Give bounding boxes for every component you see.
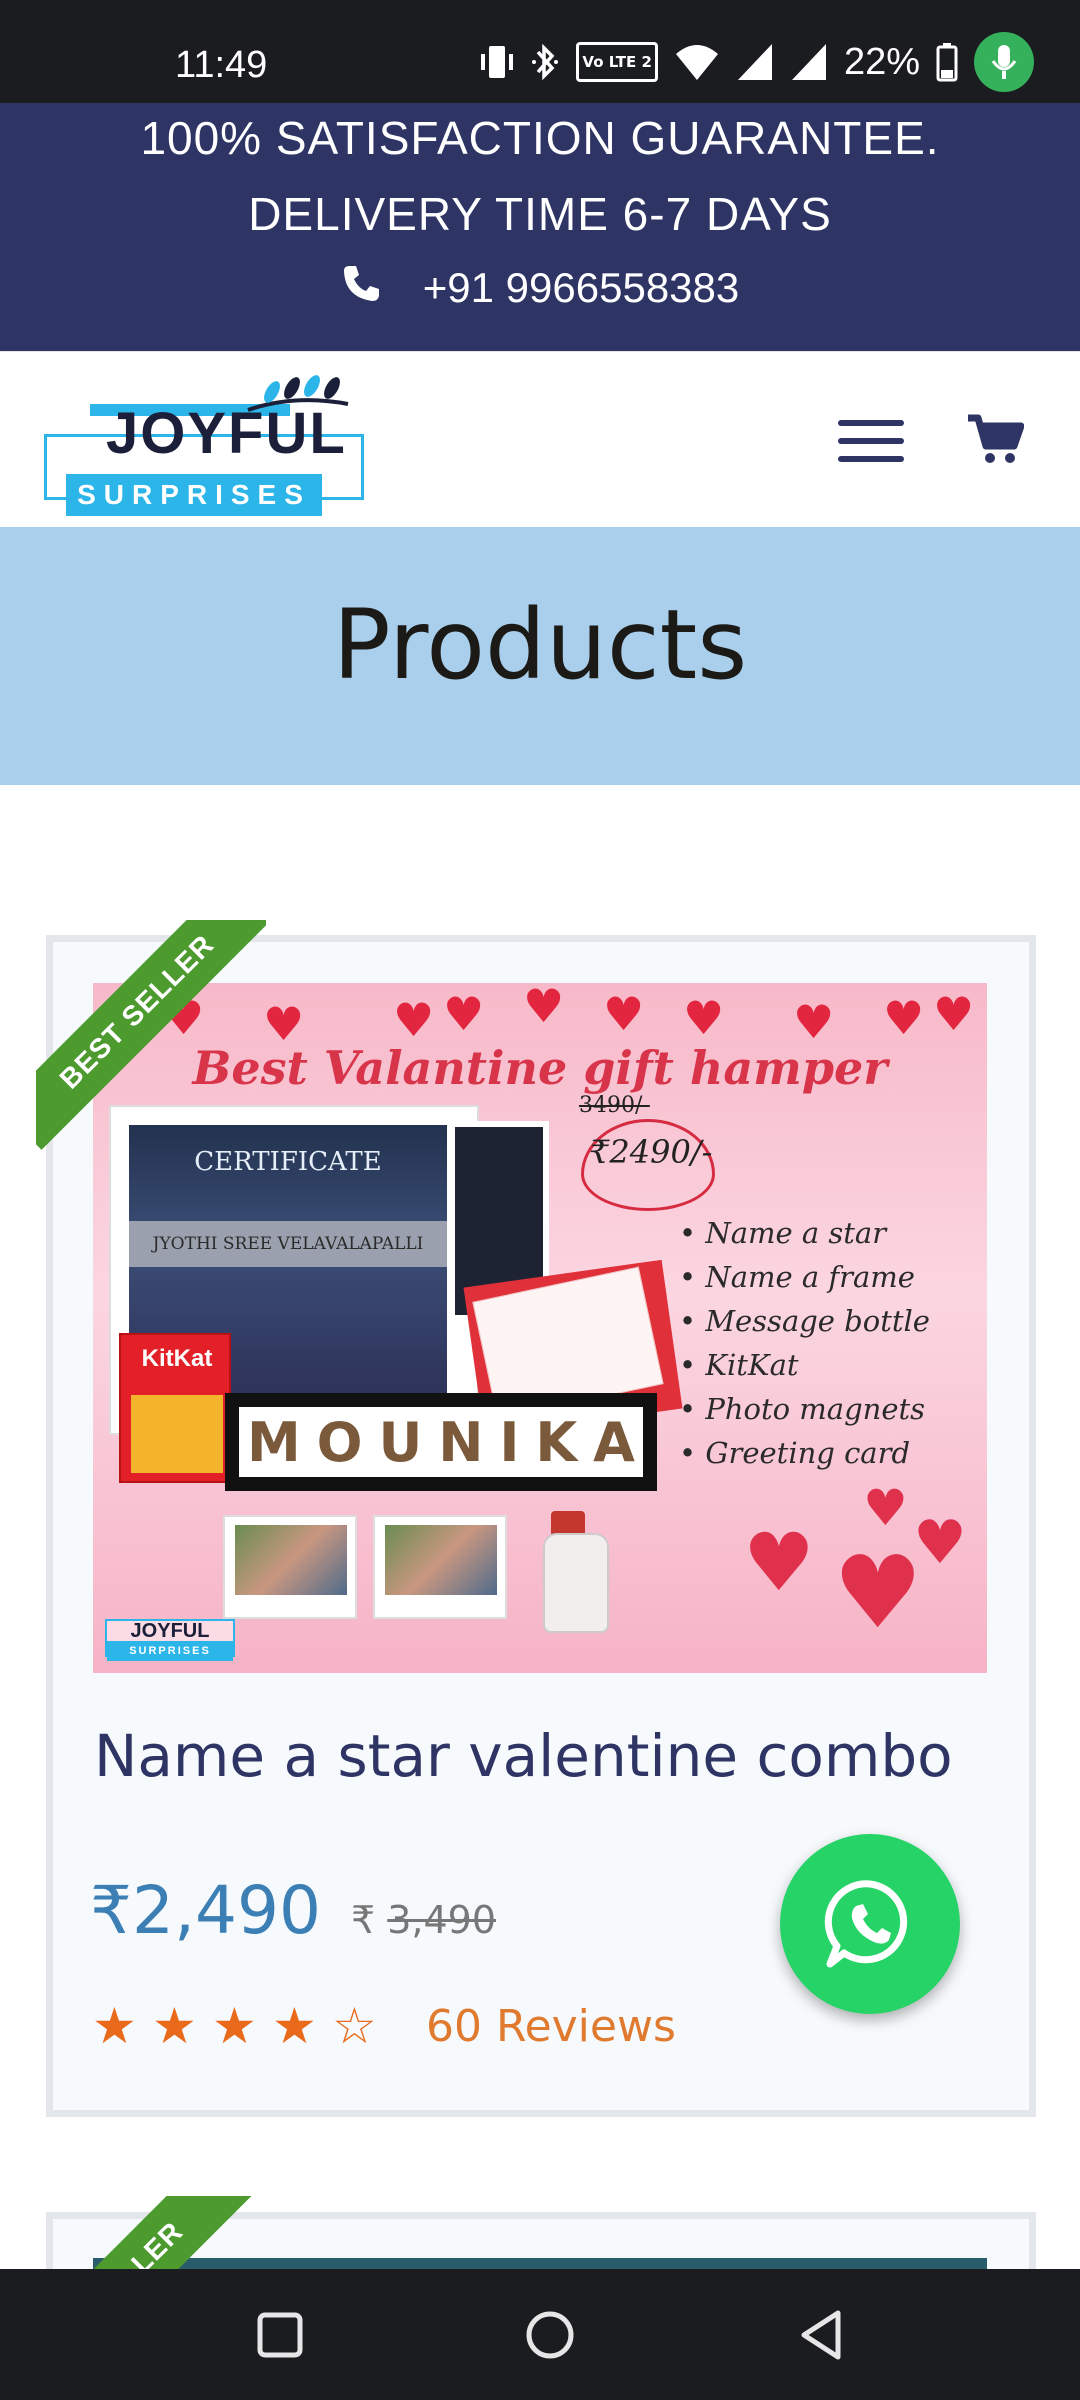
image-logo-sub: SURPRISES (107, 1641, 233, 1661)
page-title-band: Products (0, 527, 1080, 785)
reviews-link[interactable]: 60 Reviews (426, 2001, 676, 2052)
signal-icon (790, 42, 828, 82)
status-bar: 11:49 Vo LTE 2 22% (0, 0, 1080, 103)
cart-icon[interactable] (966, 412, 1025, 466)
regular-price-currency: ₹ (350, 1898, 376, 1942)
photo-magnet (373, 1515, 507, 1619)
star-filled-icon: ★ (152, 1997, 197, 2055)
list-item: • Name a frame (679, 1260, 915, 1294)
phone-number: +91 9966558383 (422, 264, 740, 311)
regular-price: ₹ 3,490 (351, 1898, 496, 1942)
badge-label: BEST SELLER (36, 920, 266, 1150)
guarantee-text: 100% SATISFACTION GUARANTEE. (140, 112, 940, 164)
heart-icon: ♥ (743, 1516, 815, 1609)
whatsapp-icon (824, 1880, 908, 1968)
image-logo: JOYFUL SURPRISES (105, 1619, 235, 1661)
photo-magnet (223, 1515, 357, 1619)
heart-icon: ♥ (863, 1479, 908, 1537)
site-logo[interactable]: JOYFUL SURPRISES (44, 364, 374, 516)
lte-icon: Vo LTE 2 (576, 42, 658, 82)
recents-icon[interactable] (248, 2303, 312, 2367)
phone-icon (341, 263, 381, 313)
certificate-title: CERTIFICATE (194, 1147, 382, 1177)
frame-letter: M (246, 1410, 301, 1474)
frame-letter: K (535, 1410, 578, 1474)
current-price: ₹2,490 (90, 1872, 321, 1949)
star-filled-icon: ★ (212, 1997, 257, 2055)
star-filled-icon: ★ (272, 1997, 317, 2055)
name-frame: M O U N I K A (225, 1393, 657, 1491)
frame-letter: I (499, 1410, 520, 1474)
list-item: • Name a star (679, 1216, 887, 1250)
logo-word: JOYFUL (106, 401, 347, 466)
product-name[interactable]: Name a star valentine combo (94, 1722, 994, 1790)
wifi-icon (674, 42, 720, 82)
image-logo-word: JOYFUL (130, 1620, 210, 1642)
bluetooth-icon (530, 42, 560, 82)
list-item: • KitKat (679, 1348, 799, 1382)
hamburger-icon[interactable] (838, 418, 908, 464)
announcement-banner: 100% SATISFACTION GUARANTEE. DELIVERY TI… (0, 103, 1080, 351)
navigation-bar (0, 2269, 1080, 2400)
heart-icon: ♥ (913, 1508, 967, 1578)
message-bottle (543, 1533, 609, 1633)
screen: 11:49 Vo LTE 2 22% 100% SATISFACTION GUA… (0, 0, 1080, 2400)
site-header: JOYFUL SURPRISES (0, 351, 1080, 527)
list-item: • Greeting card (679, 1436, 911, 1470)
page-title: Products (332, 589, 748, 701)
frame-letter: N (438, 1410, 484, 1474)
frame-letter: O (316, 1410, 363, 1474)
image-price-tag: 3490/- ₹2490/- (579, 1093, 729, 1213)
kitkat-box: KitKat (119, 1333, 231, 1483)
image-new-price: ₹2490/- (589, 1133, 713, 1171)
list-item: • Photo magnets (679, 1392, 926, 1426)
battery-percent: 22% (843, 40, 920, 83)
home-icon[interactable] (518, 2303, 582, 2367)
frame-letter: A (593, 1410, 635, 1474)
delivery-time-text: DELIVERY TIME 6-7 DAYS (248, 188, 832, 240)
signal-icon (736, 42, 774, 82)
vibrate-icon (480, 42, 514, 82)
kitkat-label: KitKat (141, 1345, 213, 1372)
certificate-name: JYOTHI SREE VELAVALAPALLI (129, 1221, 447, 1267)
list-item: • Message bottle (679, 1304, 930, 1338)
back-icon[interactable] (790, 2303, 854, 2367)
frame-letter: U (378, 1410, 423, 1474)
phone-link[interactable]: +91 9966558383 (0, 263, 1080, 313)
star-empty-icon: ☆ (332, 1997, 377, 2055)
regular-price-value: 3,490 (387, 1898, 497, 1942)
battery-icon (936, 42, 958, 82)
price-row: ₹2,490 ₹ 3,490 (90, 1872, 496, 1962)
logo-subtitle: SURPRISES (66, 474, 322, 516)
heart-icon: ♥ (833, 1534, 923, 1651)
star-filled-icon: ★ (92, 1997, 137, 2055)
contents-list: • Name a star • Name a frame • Message b… (679, 1211, 979, 1475)
whatsapp-button[interactable] (780, 1834, 960, 2014)
status-time: 11:49 (175, 44, 268, 86)
mic-icon (974, 32, 1034, 92)
best-seller-ribbon: BEST SELLER (36, 920, 266, 1150)
rating-row: ★ ★ ★ ★ ☆ 60 Reviews (92, 1996, 676, 2056)
image-old-price: 3490/- (579, 1093, 650, 1118)
status-icons: Vo LTE 2 22% (480, 32, 1034, 92)
